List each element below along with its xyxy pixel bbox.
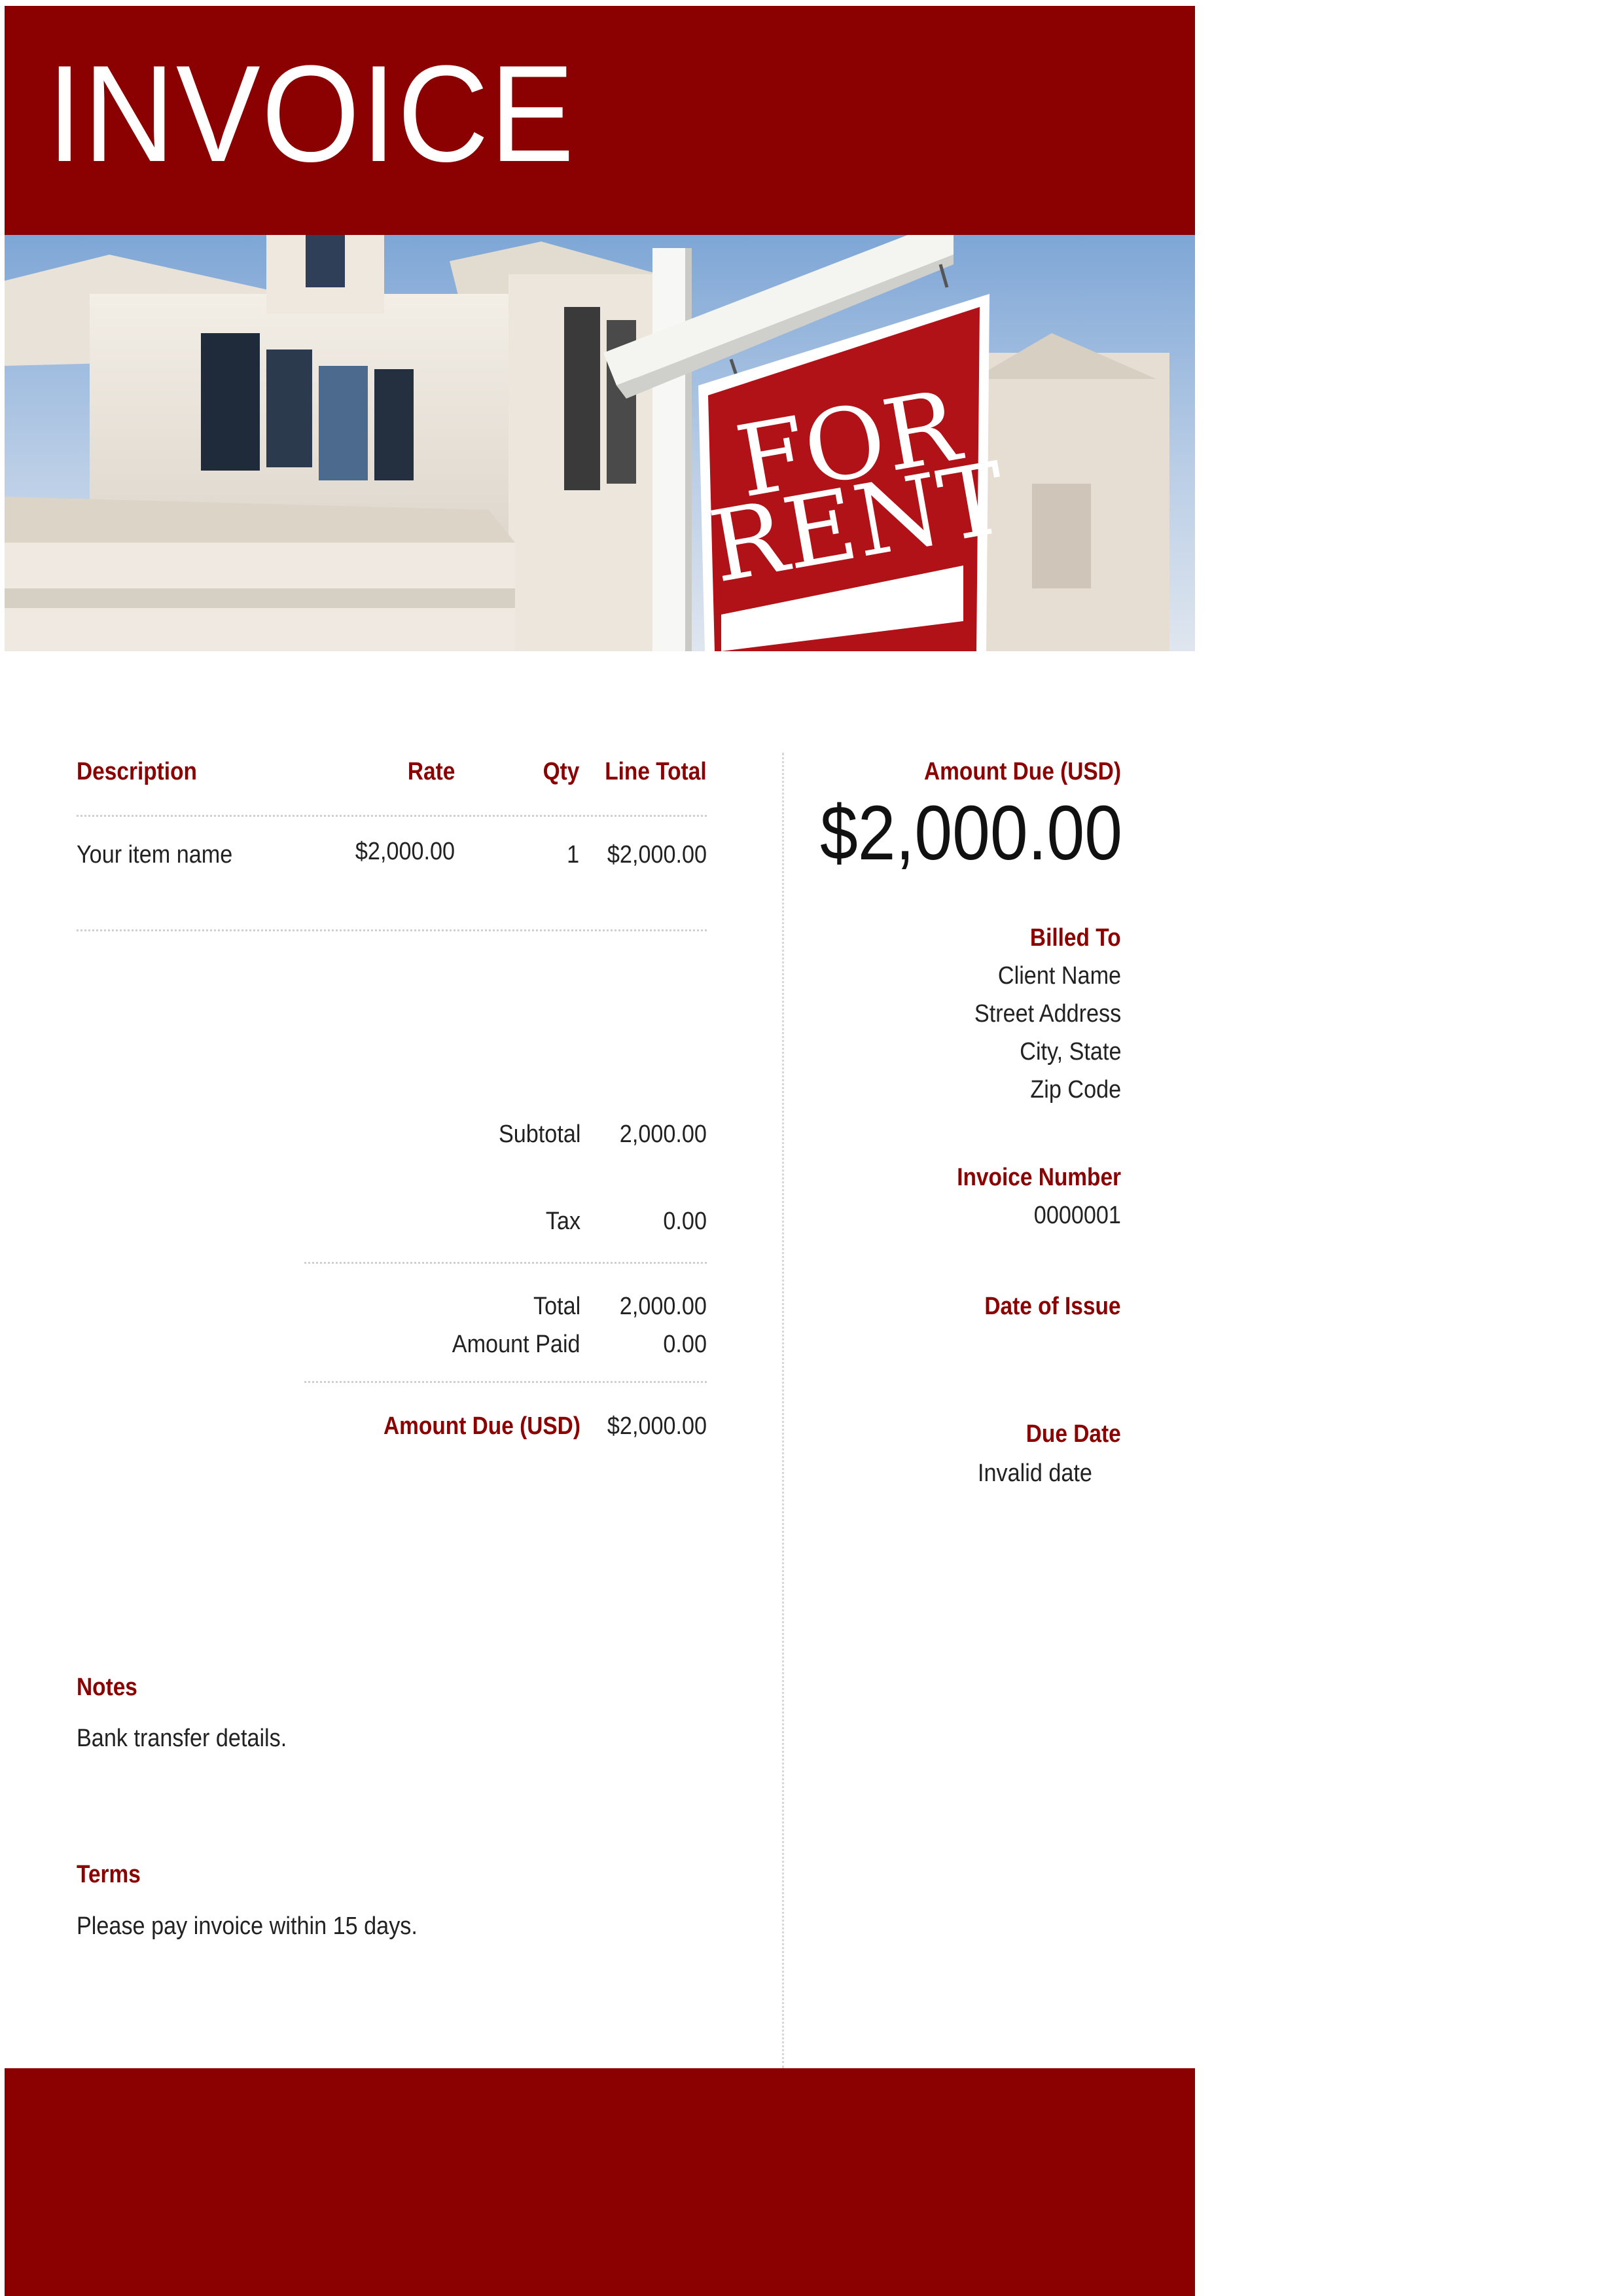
total-value: 2,000.00 <box>619 1293 707 1320</box>
billed-to-label: Billed To <box>1030 924 1121 952</box>
col-qty: Qty <box>543 758 579 785</box>
billed-to-line: Zip Code <box>1030 1076 1121 1103</box>
row-description: Your item name <box>77 841 233 869</box>
amount-paid-label: Amount Paid <box>452 1331 580 1358</box>
invoice-title: INVOICE <box>47 37 576 190</box>
summary-amount-due-value: $2,000.00 <box>820 790 1122 876</box>
subtotal-value: 2,000.00 <box>619 1121 707 1148</box>
summary-amount-due-label: Amount Due (USD) <box>924 758 1121 785</box>
billed-to-line: City, State <box>1019 1038 1121 1066</box>
amount-paid-value: 0.00 <box>663 1331 707 1358</box>
row-qty: 1 <box>566 841 579 869</box>
billed-to-line: Street Address <box>974 1000 1121 1028</box>
footer-band <box>5 2068 1195 2296</box>
due-date-label: Due Date <box>1026 1420 1121 1448</box>
notes-text: Bank transfer details. <box>77 1725 287 1752</box>
row-line-total: $2,000.00 <box>607 841 707 869</box>
due-date-value: Invalid date <box>978 1460 1092 1487</box>
table-row-divider <box>77 929 707 931</box>
terms-text: Please pay invoice within 15 days. <box>77 1912 418 1940</box>
billed-to-line: Client Name <box>997 962 1121 990</box>
table-header-divider <box>77 815 707 817</box>
terms-label: Terms <box>77 1861 141 1888</box>
col-line-total: Line Total <box>605 758 707 785</box>
hero-image: FOR RENT <box>5 235 1195 651</box>
col-rate: Rate <box>407 758 455 785</box>
total-label: Total <box>533 1293 580 1320</box>
col-description: Description <box>77 758 197 785</box>
totals-divider-1 <box>304 1262 707 1264</box>
tax-label: Tax <box>545 1208 580 1235</box>
date-of-issue-label: Date of Issue <box>984 1293 1121 1320</box>
invoice-page: INVOICE FOR RENT Description Rate Qty Li… <box>0 0 1623 2296</box>
invoice-number-value: 0000001 <box>1033 1202 1121 1229</box>
column-divider <box>782 753 784 2068</box>
subtotal-label: Subtotal <box>498 1121 580 1148</box>
tax-value: 0.00 <box>663 1208 707 1235</box>
totals-divider-2 <box>304 1381 707 1383</box>
row-rate: $2,000.00 <box>355 838 455 865</box>
header-band: INVOICE <box>5 6 1195 235</box>
amount-due-label: Amount Due (USD) <box>383 1412 580 1440</box>
amount-due-value: $2,000.00 <box>607 1412 707 1440</box>
invoice-number-label: Invoice Number <box>957 1164 1121 1191</box>
notes-label: Notes <box>77 1674 137 1701</box>
